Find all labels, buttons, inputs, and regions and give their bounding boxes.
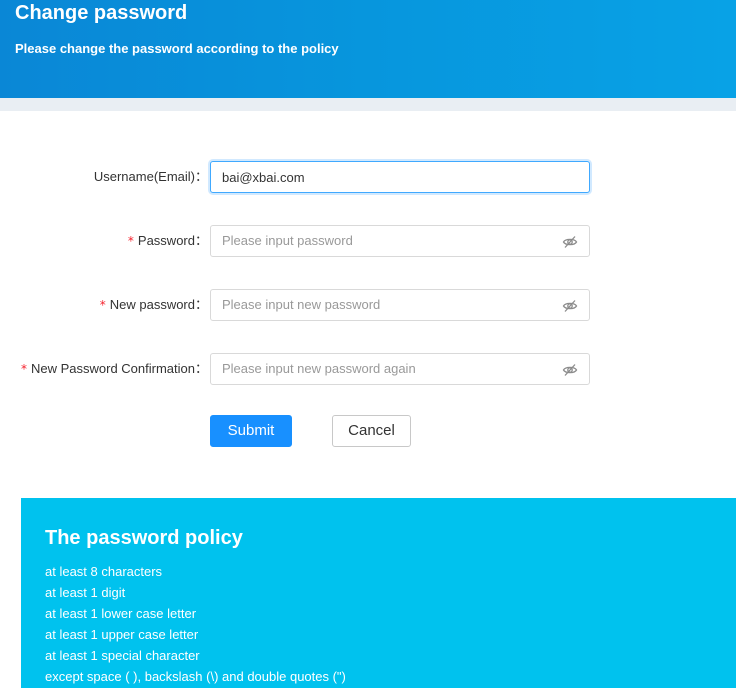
form-row-confirm-password: * New Password Confirmation： Please input…	[0, 353, 736, 385]
eye-slash-icon[interactable]	[562, 362, 578, 378]
page-header: Change password Please change the passwo…	[0, 0, 736, 98]
confirm-password-label: * New Password Confirmation：	[20, 361, 208, 376]
policy-rule: at least 1 lower case letter	[45, 606, 197, 621]
new-password-placeholder: Please input new password	[222, 297, 381, 312]
policy-rule: at least 1 digit	[45, 585, 126, 600]
required-mark: *	[20, 362, 27, 376]
submit-button[interactable]: Submit	[210, 415, 292, 447]
password-label: * Password：	[127, 233, 208, 248]
password-placeholder: Please input password	[222, 233, 353, 248]
policy-title: The password policy	[45, 527, 243, 549]
eye-slash-icon[interactable]	[562, 298, 578, 314]
required-mark: *	[127, 234, 134, 248]
new-password-label: * New password：	[99, 297, 208, 312]
username-input[interactable]	[210, 161, 590, 193]
password-policy-panel: The password policy at least 8 character…	[21, 498, 736, 688]
form-row-new-password: * New password： Please input new password	[0, 289, 736, 321]
confirm-password-placeholder: Please input new password again	[222, 361, 416, 376]
form-row-password: * Password： Please input password	[0, 225, 736, 257]
username-label: Username(Email)：	[93, 169, 208, 184]
required-mark: *	[99, 298, 106, 312]
policy-rule: at least 1 upper case letter	[45, 627, 199, 642]
cancel-button[interactable]: Cancel	[332, 415, 411, 447]
policy-rule: except space ( ), backslash (\) and doub…	[45, 669, 346, 684]
header-divider-band	[0, 98, 736, 111]
page-subtitle: Please change the password according to …	[15, 41, 339, 56]
eye-slash-icon[interactable]	[562, 234, 578, 250]
confirm-password-input[interactable]: Please input new password again	[210, 353, 590, 385]
policy-rule: at least 8 characters	[45, 564, 163, 579]
password-input[interactable]: Please input password	[210, 225, 590, 257]
form-row-username: Username(Email)：	[0, 161, 736, 193]
policy-rule: at least 1 special character	[45, 648, 200, 663]
page-title: Change password	[15, 2, 188, 24]
new-password-input[interactable]: Please input new password	[210, 289, 590, 321]
